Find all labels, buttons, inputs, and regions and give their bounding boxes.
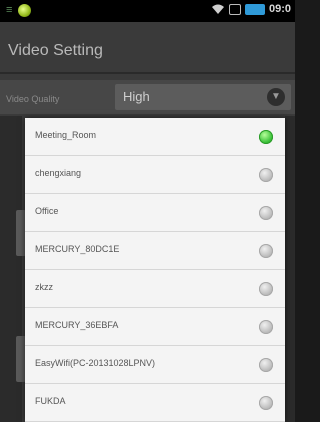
battery-icon [244, 3, 265, 15]
list-item-label: MERCURY_36EBFA [35, 320, 119, 330]
radio-unselected-icon[interactable] [259, 244, 273, 258]
list-item-fukda[interactable]: FUKDA [25, 384, 285, 422]
title-divider [0, 72, 295, 74]
list-item-mercury-80dc1e[interactable]: MERCURY_80DC1E [25, 232, 285, 270]
radio-unselected-icon[interactable] [259, 396, 273, 410]
status-clock: 09:0 [268, 3, 291, 15]
wifi-icon [211, 4, 224, 14]
list-item-label: MERCURY_80DC1E [35, 244, 120, 254]
list-item-label: chengxiang [35, 168, 82, 178]
radio-unselected-icon[interactable] [259, 358, 273, 372]
menu-glyph-icon: ≡ [6, 4, 13, 16]
list-item-mercury-36ebfa[interactable]: MERCURY_36EBFA [25, 308, 285, 346]
radio-unselected-icon[interactable] [259, 320, 273, 334]
list-item-label: EasyWifi(PC-20131028LPNV) [35, 358, 156, 368]
list-item-label: Meeting_Room [35, 130, 97, 140]
list-item-easywifi[interactable]: EasyWifi(PC-20131028LPNV) [25, 346, 285, 384]
radio-selected-icon[interactable] [259, 130, 273, 144]
radio-unselected-icon[interactable] [259, 206, 273, 220]
list-item-label: FUKDA [35, 396, 66, 406]
status-bar: ≡ 09:0 [0, 0, 295, 22]
radio-unselected-icon[interactable] [259, 168, 273, 182]
video-quality-value: High [123, 89, 150, 104]
phone-screen: ≡ 09:0 Video Setting Video Quality High … [0, 0, 295, 422]
list-item-label: zkzz [35, 282, 53, 292]
background-panel-right [285, 116, 295, 422]
list-item-meeting-room[interactable]: Meeting_Room [25, 118, 285, 156]
list-item-office[interactable]: Office [25, 194, 285, 232]
sim-icon [228, 3, 241, 15]
video-quality-select[interactable]: High ▼ [115, 84, 291, 110]
video-quality-label: Video Quality [6, 94, 60, 104]
chevron-down-icon: ▼ [267, 88, 285, 106]
list-item-label: Office [35, 206, 59, 216]
radio-unselected-icon[interactable] [259, 282, 273, 296]
list-item-zkzz[interactable]: zkzz [25, 270, 285, 308]
page-title: Video Setting [8, 42, 103, 59]
status-right: 09:0 [211, 3, 291, 15]
list-item-chengxiang[interactable]: chengxiang [25, 156, 285, 194]
network-select-dialog: Meeting_Room chengxiang Office MERCURY_8… [25, 118, 285, 422]
status-left: ≡ [6, 4, 32, 17]
app-ball-icon [18, 4, 32, 17]
